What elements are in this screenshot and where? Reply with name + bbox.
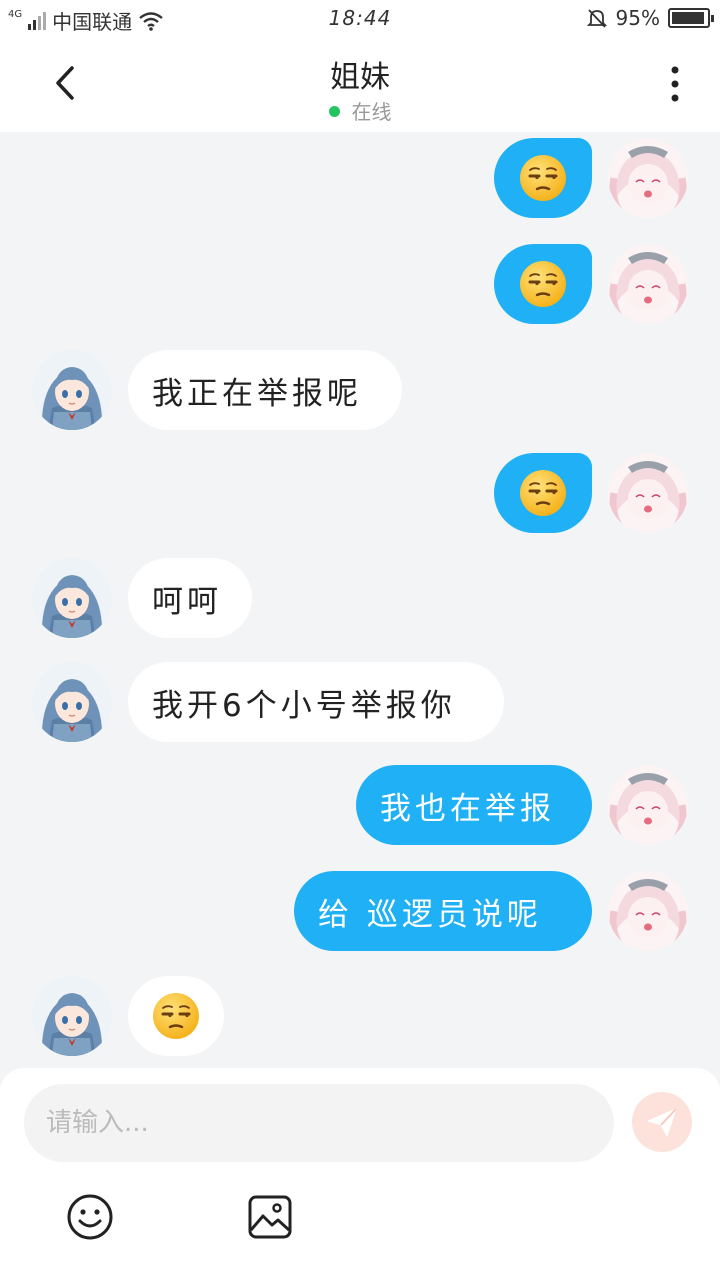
unamused-emoji-icon <box>520 470 566 516</box>
message-bubble-in[interactable]: 我开6个小号举报你 <box>128 662 504 742</box>
message-text: 呵呵 <box>152 583 222 620</box>
online-status: 在线 <box>0 96 720 125</box>
my-avatar[interactable] <box>608 765 688 845</box>
message-text: 我开6个小号举报你 <box>152 687 456 724</box>
more-vertical-icon[interactable] <box>660 64 690 104</box>
message-bubble-in[interactable]: 呵呵 <box>128 558 252 638</box>
message-bubble-in[interactable] <box>128 976 224 1056</box>
message-text: 我也在举报 <box>380 790 555 827</box>
contact-avatar[interactable] <box>32 976 112 1056</box>
message-bubble-out[interactable]: 给 巡逻员说呢 <box>294 871 592 951</box>
silent-bell-icon <box>586 9 607 28</box>
page-title: 姐妹 <box>330 60 390 95</box>
message-list[interactable]: 我正在举报呢 呵呵我开6个小号举报你我也在举报给 巡逻员说呢 <box>0 132 720 1068</box>
image-icon[interactable] <box>245 1192 295 1242</box>
message-bubble-out[interactable] <box>494 453 592 533</box>
composer <box>0 1068 720 1280</box>
online-status-label: 在线 <box>351 100 392 124</box>
my-avatar[interactable] <box>608 138 688 218</box>
message-bubble-out[interactable]: 我也在举报 <box>356 765 592 845</box>
message-bubble-out[interactable] <box>494 244 592 324</box>
message-bubble-in[interactable]: 我正在举报呢 <box>128 350 402 430</box>
online-dot <box>328 106 340 117</box>
message-text: 我正在举报呢 <box>152 375 362 412</box>
battery-percent: 95% <box>615 6 660 30</box>
chat-header: 姐妹 在线 <box>0 36 720 132</box>
message-bubble-out[interactable] <box>494 138 592 218</box>
unamused-emoji-icon <box>153 993 199 1039</box>
unamused-emoji-icon <box>520 155 566 201</box>
contact-avatar[interactable] <box>32 350 112 430</box>
my-avatar[interactable] <box>608 871 688 951</box>
message-input[interactable] <box>24 1084 614 1162</box>
contact-avatar[interactable] <box>32 558 112 638</box>
status-bar: 4G 中国联通 18:44 95% <box>0 0 720 36</box>
unamused-emoji-icon <box>520 261 566 307</box>
status-right: 95% <box>586 6 714 30</box>
emoji-icon[interactable] <box>65 1192 115 1242</box>
message-text: 给 巡逻员说呢 <box>318 896 542 933</box>
battery-icon <box>668 8 714 28</box>
my-avatar[interactable] <box>608 453 688 533</box>
my-avatar[interactable] <box>608 244 688 324</box>
send-button[interactable] <box>632 1092 692 1152</box>
send-icon <box>647 1108 677 1137</box>
contact-avatar[interactable] <box>32 662 112 742</box>
